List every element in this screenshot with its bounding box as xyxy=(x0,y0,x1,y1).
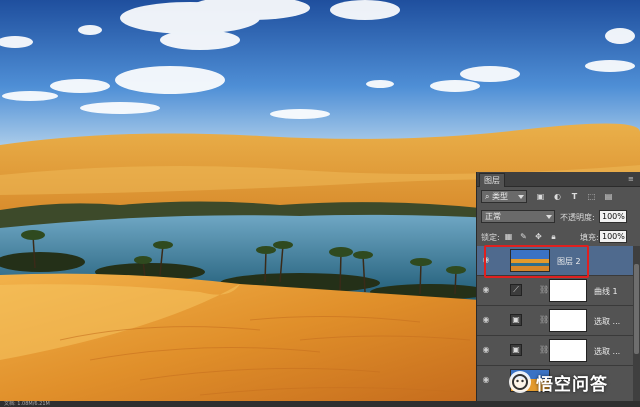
layer-mask-thumbnail xyxy=(549,309,587,332)
eye-icon[interactable]: ◉ xyxy=(481,375,491,385)
chevron-down-icon xyxy=(518,195,524,199)
layers-scrollbar[interactable] xyxy=(633,246,640,407)
opacity-label: 不透明度: xyxy=(560,213,595,222)
selective-color-adjustment-icon: ▣ xyxy=(510,344,522,356)
lock-transparent-icon[interactable]: ▦ xyxy=(503,231,514,242)
adjustment-filter-icon[interactable]: ◐ xyxy=(552,191,563,202)
selective-color-adjustment-icon: ▣ xyxy=(510,314,522,326)
blend-mode-value: 正常 xyxy=(485,212,501,221)
blend-mode-bar: 正常 不透明度: 100% xyxy=(477,208,640,226)
red-highlight-box xyxy=(484,245,589,278)
scrollbar-thumb[interactable] xyxy=(634,264,639,354)
layer-filter-bar: ⌕ 类型 ▣ ◐ T ⬚ ▤ xyxy=(477,188,640,206)
opacity-input[interactable]: 100% xyxy=(599,210,627,223)
filter-kind-value: 类型 xyxy=(492,192,509,201)
image-filter-icon[interactable]: ▣ xyxy=(535,191,546,202)
document-size-text: 文档: 1.08M/6.21M xyxy=(4,401,50,407)
lock-all-icon[interactable]: 🔒︎ xyxy=(548,231,559,242)
fill-input[interactable]: 100% xyxy=(599,230,627,243)
eye-icon[interactable]: ◉ xyxy=(481,285,491,295)
type-filter-icon[interactable]: T xyxy=(569,191,580,202)
link-icon: ⛓ xyxy=(539,285,550,294)
curves-adjustment-icon: ⟋ xyxy=(510,284,522,296)
lock-label: 锁定: xyxy=(481,233,500,242)
link-icon: ⛓ xyxy=(539,315,550,324)
tab-layers[interactable]: 图层 xyxy=(479,173,505,187)
filter-kind-select[interactable]: ⌕ 类型 xyxy=(481,190,527,203)
fill-label: 填充: xyxy=(580,233,599,242)
watermark-text: 悟空问答 xyxy=(536,374,608,395)
chevron-down-icon xyxy=(546,215,552,219)
layer-row-selective-color-2[interactable]: ◉ ▣ ⛓ 选取 ... xyxy=(477,336,633,366)
layers-panel-tabbar: 图层 ≡ xyxy=(477,172,640,187)
lock-pixels-icon[interactable]: ✎ xyxy=(518,231,529,242)
layer-name: 曲线 1 xyxy=(594,287,618,296)
lock-position-icon[interactable]: ✥ xyxy=(533,231,544,242)
layer-name: 选取 ... xyxy=(594,347,621,356)
shape-filter-icon[interactable]: ⬚ xyxy=(586,191,597,202)
blend-mode-select[interactable]: 正常 xyxy=(481,210,555,223)
eye-icon[interactable]: ◉ xyxy=(481,345,491,355)
smart-object-filter-icon[interactable]: ▤ xyxy=(603,191,614,202)
link-icon: ⛓ xyxy=(539,345,550,354)
layer-mask-thumbnail xyxy=(549,339,587,362)
status-bar: 文档: 1.08M/6.21M xyxy=(0,401,640,407)
watermark: 悟空问答 xyxy=(508,368,608,396)
panel-menu-icon[interactable]: ≡ xyxy=(628,175,636,183)
layer-row-curves1[interactable]: ◉ ⟋ ⛓ 曲线 1 xyxy=(477,276,633,306)
wukong-logo-icon xyxy=(509,371,531,393)
eye-icon[interactable]: ◉ xyxy=(481,315,491,325)
layer-row-selective-color-1[interactable]: ◉ ▣ ⛓ 选取 ... xyxy=(477,306,633,336)
layer-name: 选取 ... xyxy=(594,317,621,326)
layer-mask-thumbnail xyxy=(549,279,587,302)
